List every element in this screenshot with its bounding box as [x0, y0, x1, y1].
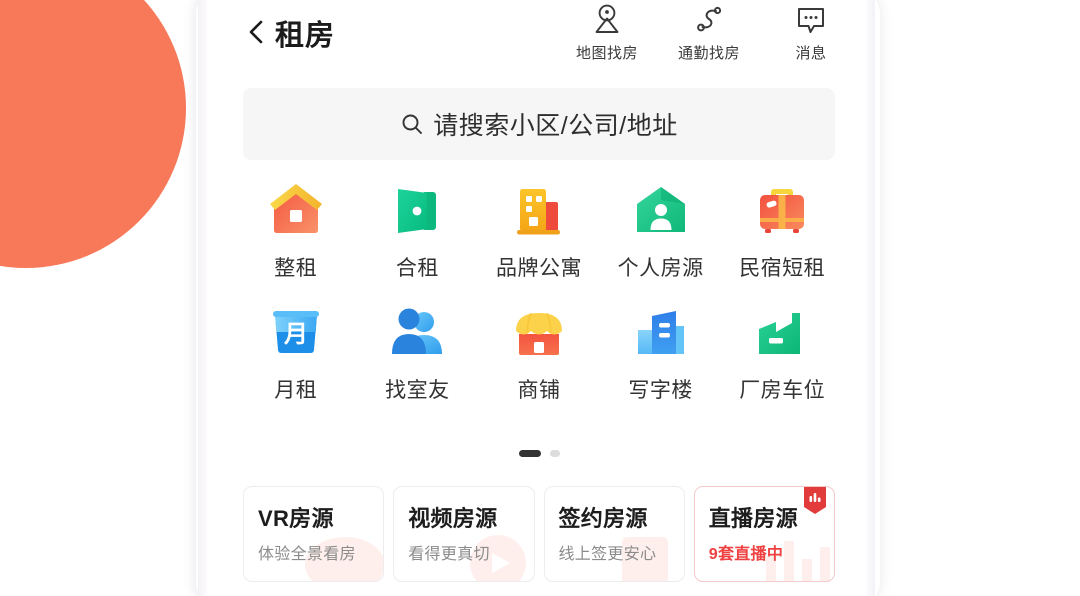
back-button[interactable]: [245, 18, 267, 46]
feature-card-title: 视频房源: [408, 506, 498, 531]
feature-card-contract[interactable]: 签约房源 线上签更安心: [543, 486, 685, 582]
feature-card-title: 直播房源: [708, 506, 798, 531]
decorative-orange-circle: [0, 0, 186, 268]
header-action-commute-search[interactable]: 通勤找房: [673, 2, 745, 63]
category-grid: 整租 合租 品牌公寓 个人房源 民宿短租 月 月租 找室友 商铺 写字楼 厂房车…: [235, 178, 843, 404]
door-icon: [384, 178, 450, 244]
factory-icon: [749, 300, 815, 366]
pagination-dot-2[interactable]: [549, 450, 560, 457]
header-action-label: 通勤找房: [677, 45, 740, 62]
category-label: 月租: [274, 379, 318, 402]
category-item-shared-rent[interactable]: 合租: [357, 178, 479, 282]
search-inner: 请搜索小区/公司/地址: [400, 106, 677, 142]
category-item-monthly-rent[interactable]: 月 月租: [235, 300, 357, 404]
feature-card-title: VR房源: [258, 506, 334, 531]
category-label: 写字楼: [628, 379, 693, 402]
page-title: 租房: [275, 20, 336, 52]
office-building-icon: [628, 300, 694, 366]
category-label: 民宿短租: [739, 257, 826, 280]
chevron-left-icon: [249, 20, 263, 44]
category-item-personal-listing[interactable]: 个人房源: [600, 178, 722, 282]
grid-pagination: [213, 450, 865, 457]
app-header: 租房 地图找房 通勤找房 消息: [213, 0, 865, 78]
feature-card-row: VR房源 体验全景看房 视频房源 看得更真切 签约房源 线上签更安心 直播房源 …: [243, 486, 835, 582]
shop-icon: [506, 300, 572, 366]
feature-card-live[interactable]: 直播房源 9套直播中: [693, 486, 835, 582]
search-icon: [402, 114, 423, 134]
header-action-map-search[interactable]: 地图找房: [571, 2, 643, 63]
app-screen: 租房 地图找房 通勤找房 消息 请搜索小区/公司/地址 整租 合租 品牌公寓 个…: [213, 0, 865, 596]
category-item-factory-parking[interactable]: 厂房车位: [721, 300, 843, 404]
header-action-label: 地图找房: [575, 45, 638, 62]
category-label: 合租: [395, 257, 439, 280]
phone-bezel-left: [198, 0, 207, 596]
search-placeholder: 请搜索小区/公司/地址: [433, 112, 678, 140]
suitcase-icon: [749, 178, 815, 244]
category-item-brand-apartment[interactable]: 品牌公寓: [478, 178, 600, 282]
header-actions: 地图找房 通勤找房 消息: [571, 2, 847, 63]
screenshot-canvas: 租房 地图找房 通勤找房 消息 请搜索小区/公司/地址 整租 合租 品牌公寓 个…: [0, 0, 1080, 596]
category-label: 个人房源: [617, 257, 704, 280]
category-label: 找室友: [385, 379, 450, 402]
header-action-label: 消息: [795, 45, 827, 62]
commute-route-icon: [694, 2, 724, 38]
search-input[interactable]: 请搜索小区/公司/地址: [243, 88, 835, 160]
feature-card-subtitle: 看得更真切: [408, 546, 490, 563]
category-item-shop[interactable]: 商铺: [478, 300, 600, 404]
category-item-office-building[interactable]: 写字楼: [600, 300, 722, 404]
category-label: 商铺: [517, 379, 561, 402]
feature-card-subtitle: 体验全景看房: [258, 546, 356, 563]
roommates-icon: [384, 300, 450, 366]
feature-card-subtitle: 9套直播中: [708, 546, 784, 563]
feature-card-title: 签约房源: [558, 506, 648, 531]
category-label: 整租: [274, 257, 318, 280]
category-item-homestay[interactable]: 民宿短租: [721, 178, 843, 282]
feature-card-video[interactable]: 视频房源 看得更真切: [393, 486, 535, 582]
phone-bezel-right: [866, 0, 875, 596]
person-house-icon: [628, 178, 694, 244]
category-item-whole-rent[interactable]: 整租: [235, 178, 357, 282]
category-label: 厂房车位: [739, 379, 826, 402]
category-item-find-roommate[interactable]: 找室友: [357, 300, 479, 404]
category-label: 品牌公寓: [495, 257, 582, 280]
pagination-dot-1[interactable]: [518, 450, 541, 457]
month-calendar-icon: 月: [263, 300, 329, 366]
apartment-icon: [506, 178, 572, 244]
map-pin-person-icon: [592, 2, 622, 38]
svg-text:月: 月: [283, 321, 308, 348]
message-bubble-icon: [795, 2, 827, 38]
header-action-messages[interactable]: 消息: [775, 2, 847, 63]
feature-card-vr[interactable]: VR房源 体验全景看房: [243, 486, 385, 582]
house-icon: [263, 178, 329, 244]
feature-card-subtitle: 线上签更安心: [558, 546, 657, 563]
